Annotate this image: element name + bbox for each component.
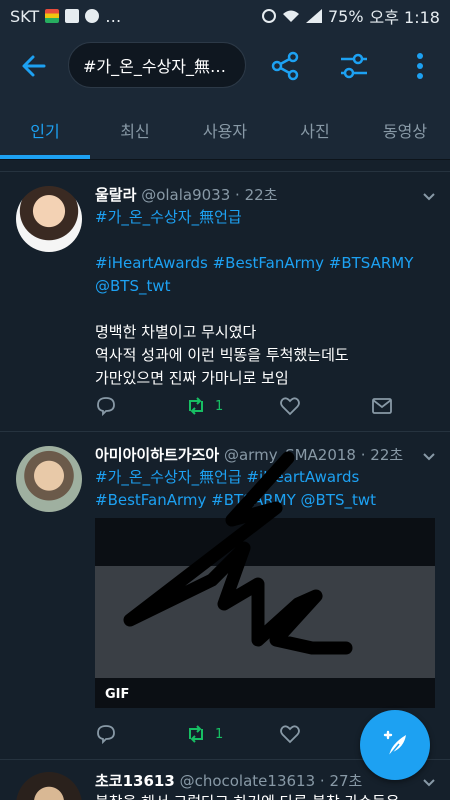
tab-latest[interactable]: 최신 (90, 100, 180, 160)
tweet-header: 아미아이하트가즈아 @army_SMA2018 · 22초 (95, 444, 403, 465)
more-notifications-text: … (105, 6, 122, 26)
text-line: 가만있으면 진짜 가마니로 보임 (95, 369, 289, 387)
tab-label: 동영상 (382, 122, 428, 141)
tab-videos[interactable]: 동영상 (360, 100, 450, 160)
tweet-time: · 22초 (235, 186, 278, 204)
retweet-icon (189, 397, 203, 415)
battery-level: 75% (327, 6, 364, 26)
tab-label: 사용자 (202, 122, 248, 141)
gif-frame (95, 566, 435, 678)
notification-flag-icon (45, 9, 60, 23)
alarm-icon (261, 9, 276, 23)
carrier-label: SKT (10, 6, 40, 26)
tab-label: 인기 (30, 122, 60, 141)
feather-plus-icon (383, 730, 406, 757)
share-icon[interactable] (269, 50, 301, 82)
display-name[interactable]: 초코13613 (95, 772, 175, 790)
overflow-menu-icon[interactable] (404, 50, 436, 82)
retweet-count: 1 (215, 398, 224, 414)
reply-icon (97, 725, 115, 745)
mention-line[interactable]: @BTS_twt (95, 275, 413, 298)
status-bar: SKT … 75% 오후 1:18 (0, 0, 450, 32)
chevron-down-icon[interactable] (422, 190, 436, 204)
wifi-icon (282, 10, 299, 22)
retweet-count: 1 (215, 726, 224, 742)
heart-icon (280, 397, 300, 416)
chevron-down-icon[interactable] (422, 450, 436, 464)
tweet-actions: 1 (95, 394, 395, 418)
hashtag-line[interactable]: #가_온_수상자_無언급 #iHeartAwards (95, 466, 376, 489)
heart-icon (280, 725, 300, 744)
signal-icon (305, 9, 322, 23)
tab-photos[interactable]: 사진 (270, 100, 360, 160)
reply-button[interactable] (95, 394, 117, 418)
envelope-icon (372, 398, 392, 414)
text-line: 명백한 차별이고 무시였다 (95, 323, 257, 341)
filter-sliders-icon[interactable] (338, 50, 370, 82)
active-tab-indicator (0, 155, 90, 159)
like-button[interactable] (279, 722, 301, 746)
user-handle: @army_SMA2018 (223, 446, 356, 464)
tweet-header: 울랄라 @olala9033 · 22초 (95, 184, 277, 205)
tweet-time: · 27초 (319, 772, 363, 790)
avatar[interactable] (16, 186, 82, 252)
hashtag-line[interactable]: #BestFanArmy #BTSARMY @BTS_twt (95, 489, 376, 512)
tweet-actions: 1 (95, 722, 395, 746)
tweet[interactable]: 아미아이하트가즈아 @army_SMA2018 · 22초 #가_온_수상자_無… (0, 431, 450, 759)
tweet-text: #가_온_수상자_無언급 #iHeartAwards #BestFanArmy … (95, 466, 376, 512)
app-bar: #가_온_수상자_無… (0, 32, 450, 100)
reply-button[interactable] (95, 722, 117, 746)
avatar[interactable] (16, 446, 82, 512)
tweet-text: #가_온_수상자_無언급 #iHeartAwards #BestFanArmy … (95, 206, 413, 390)
hashtag-line[interactable]: #가_온_수상자_無언급 (95, 206, 413, 229)
search-query-field[interactable]: #가_온_수상자_無… (68, 42, 246, 88)
app-notification-icon (65, 9, 80, 23)
tab-popular[interactable]: 인기 (0, 100, 90, 160)
reply-icon (97, 397, 115, 417)
tab-label: 최신 (120, 122, 150, 141)
hashtag-line[interactable]: #iHeartAwards #BestFanArmy #BTSARMY (95, 252, 413, 275)
clock: 오후 1:18 (369, 8, 440, 27)
dm-share-button[interactable] (371, 394, 393, 418)
blog-notification-icon (85, 9, 100, 23)
search-query-text: #가_온_수상자_無… (83, 57, 227, 76)
retweet-button[interactable]: 1 (185, 394, 223, 418)
text-line: 역사적 성과에 이런 빅똥을 투척했는데도 (95, 346, 349, 364)
retweet-icon (189, 725, 203, 743)
compose-tweet-button[interactable] (360, 710, 430, 780)
gif-media[interactable]: GIF (95, 518, 435, 708)
tab-users[interactable]: 사용자 (180, 100, 270, 160)
display-name[interactable]: 아미아이하트가즈아 (95, 446, 219, 464)
back-arrow-icon[interactable] (20, 52, 48, 80)
display-name[interactable]: 울랄라 (95, 186, 136, 204)
tweet-time: · 22초 (360, 446, 404, 464)
text-line: 불참을 해서 그렇다고 하기엔 다른 불참 가수들은 (95, 791, 400, 800)
retweet-button[interactable]: 1 (185, 722, 223, 746)
search-tabs: 인기 최신 사용자 사진 동영상 (0, 100, 450, 160)
like-button[interactable] (279, 394, 301, 418)
tweet-text: 불참을 해서 그렇다고 하기엔 다른 불참 가수들은 (95, 791, 400, 800)
avatar[interactable] (16, 772, 82, 800)
gif-badge: GIF (105, 687, 130, 702)
chevron-down-icon[interactable] (422, 776, 436, 790)
tweet[interactable]: 울랄라 @olala9033 · 22초 #가_온_수상자_無언급 #iHear… (0, 171, 450, 431)
tab-label: 사진 (300, 122, 330, 141)
tweet-header: 초코13613 @chocolate13613 · 27초 (95, 770, 362, 791)
user-handle: @olala9033 (141, 186, 231, 204)
user-handle: @chocolate13613 (179, 772, 316, 790)
tweet-feed[interactable]: 울랄라 @olala9033 · 22초 #가_온_수상자_無언급 #iHear… (0, 161, 450, 800)
